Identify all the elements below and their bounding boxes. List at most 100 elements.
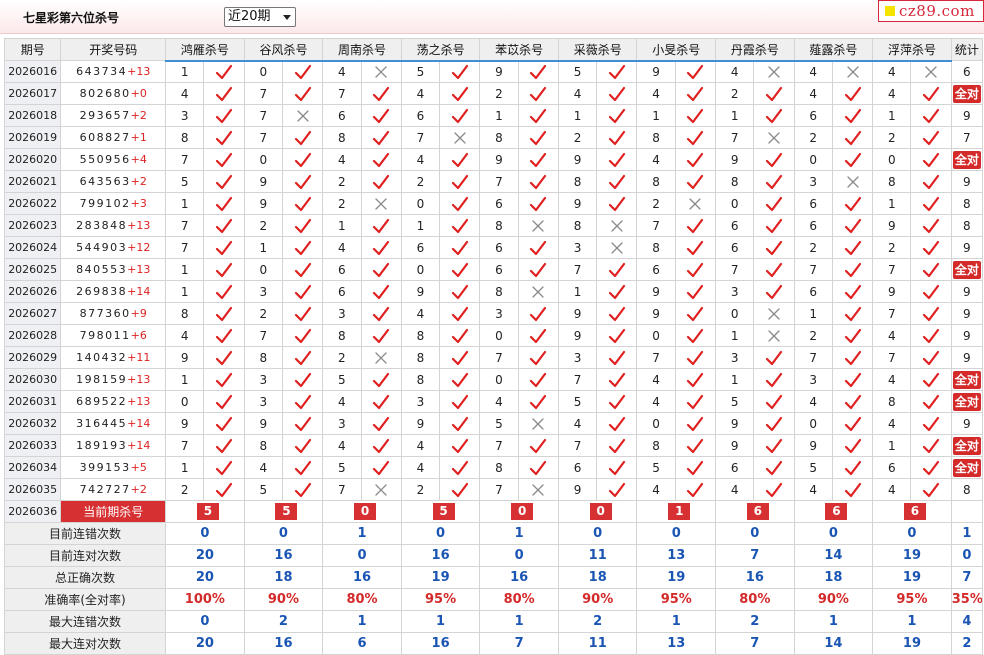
- check-icon: [844, 482, 861, 497]
- kill-number: 0: [479, 324, 519, 347]
- current-kill-number: 0: [589, 503, 612, 520]
- result-mark: [674, 258, 717, 281]
- draw-digits: 283848: [76, 219, 128, 232]
- summary-value: 11: [557, 544, 638, 567]
- result-mark: [596, 104, 638, 127]
- summary-value: 1: [322, 610, 402, 633]
- result-mark: [203, 280, 245, 303]
- result-mark: [281, 324, 324, 347]
- result-mark: [753, 390, 795, 413]
- result-mark: [439, 170, 481, 193]
- result-mark: [517, 324, 559, 347]
- check-icon: [765, 372, 783, 387]
- result-mark: [674, 82, 717, 105]
- check-icon: [530, 174, 547, 189]
- kill-number: 7: [165, 236, 205, 259]
- check-icon: [608, 108, 625, 123]
- table-row: 2026028 798011+6 4 7 8 8 0 9 0 1 2 4 9: [3, 324, 984, 347]
- kill-number: 5: [793, 456, 833, 479]
- summary-value: 18: [793, 566, 874, 589]
- result-mark: [360, 82, 402, 105]
- stat-cell: 9: [950, 412, 984, 435]
- col-draw: 开奖号码: [60, 38, 167, 61]
- kill-number: 7: [479, 346, 519, 369]
- check-icon: [215, 86, 233, 101]
- stat-cell: 全对: [950, 434, 984, 457]
- check-icon: [608, 86, 625, 101]
- check-icon: [922, 438, 940, 453]
- kill-number: 3: [557, 236, 598, 259]
- check-icon: [608, 482, 625, 497]
- summary-value: 13: [636, 544, 717, 567]
- kill-number: 4: [400, 302, 441, 325]
- draw-number-cell: 840553+13: [60, 258, 167, 281]
- range-select[interactable]: 近20期: [224, 7, 296, 27]
- result-mark: [517, 82, 559, 105]
- result-mark: [360, 434, 402, 457]
- summary-value: 0: [557, 522, 638, 545]
- check-icon: [608, 262, 625, 277]
- summary-value: 18: [243, 566, 324, 589]
- result-mark: [281, 170, 324, 193]
- result-mark: [517, 214, 559, 237]
- check-icon: [294, 86, 311, 101]
- check-icon: [687, 174, 704, 189]
- result-mark: [910, 214, 952, 237]
- result-mark: [517, 368, 559, 391]
- check-icon: [687, 64, 704, 79]
- stat-cell: 8: [950, 192, 984, 215]
- current-kill-number: 5: [196, 503, 219, 520]
- kill-number: 4: [793, 390, 833, 413]
- kill-number: 8: [479, 214, 519, 237]
- kill-number: 2: [872, 236, 912, 259]
- site-logo[interactable]: cz89.com: [878, 0, 984, 22]
- result-mark: [517, 456, 559, 479]
- draw-number-cell: 399153+5: [60, 456, 167, 479]
- kill-number: 3: [793, 170, 833, 193]
- check-icon: [530, 306, 547, 321]
- draw-sum: +2: [130, 175, 147, 188]
- stat-cell: 全对: [950, 456, 984, 479]
- kill-number: 6: [479, 192, 519, 215]
- check-icon: [687, 108, 704, 123]
- kill-number: 6: [322, 280, 362, 303]
- kill-number: 0: [793, 412, 833, 435]
- check-icon: [373, 438, 390, 453]
- result-mark: [360, 368, 402, 391]
- kill-number: 1: [872, 104, 912, 127]
- current-kill-cell: 5: [165, 500, 245, 523]
- summary-value: 16: [479, 566, 559, 589]
- all-correct-badge: 全对: [952, 260, 981, 279]
- draw-number-cell: 550956+4: [60, 148, 167, 171]
- summary-value: 80%: [322, 588, 402, 611]
- kill-number: 6: [322, 104, 362, 127]
- result-mark: [517, 412, 559, 435]
- check-icon: [215, 152, 233, 167]
- draw-sum: +13: [127, 219, 151, 232]
- result-mark: [281, 104, 324, 127]
- result-mark: [203, 214, 245, 237]
- check-icon: [608, 394, 625, 409]
- col-expert-4: 荡之杀号: [400, 38, 481, 62]
- summary-value: 1: [636, 610, 717, 633]
- result-mark: [596, 170, 638, 193]
- check-icon: [373, 86, 390, 101]
- kill-number: 7: [636, 214, 676, 237]
- result-mark: [281, 126, 324, 149]
- table-body: 2026016 643734+13 1 0 4 5 9 5 9 4 4 4 6 2026017 802680…: [3, 60, 984, 655]
- result-mark: [439, 214, 481, 237]
- result-mark: [831, 434, 874, 457]
- draw-number-cell: 689522+13: [60, 390, 167, 413]
- draw-sum: +14: [127, 439, 151, 452]
- draw-number-cell: 140432+11: [60, 346, 167, 369]
- result-mark: [439, 434, 481, 457]
- check-icon: [451, 394, 468, 409]
- check-icon: [373, 240, 390, 255]
- draw-digits: 643734: [76, 65, 128, 78]
- kill-number: 3: [715, 280, 755, 303]
- check-icon: [451, 262, 468, 277]
- draw-digits: 293657: [79, 109, 131, 122]
- check-icon: [608, 328, 625, 343]
- table-row: 2026020 550956+4 7 0 4 4 9 9 4 9 0 0 全对: [3, 148, 984, 171]
- kill-number: 1: [557, 280, 598, 303]
